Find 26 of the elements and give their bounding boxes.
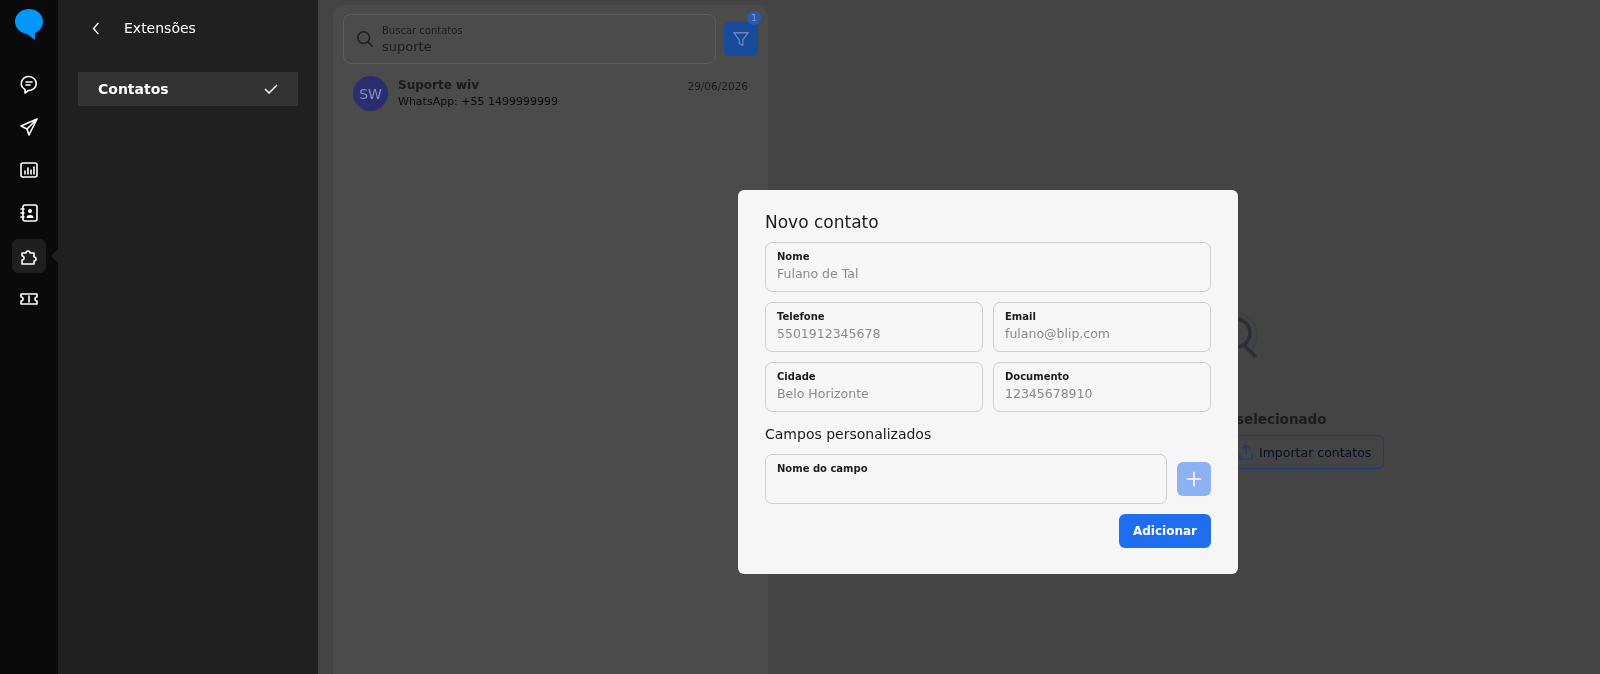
filter-icon bbox=[732, 30, 750, 48]
search-icon bbox=[356, 30, 374, 48]
sidebar-item[interactable]: Contatos bbox=[78, 72, 298, 106]
input-field[interactable]: Telefone 5501912345678 bbox=[765, 302, 983, 352]
filter-count-badge: 1 bbox=[747, 11, 761, 25]
avatar: SW bbox=[353, 76, 388, 111]
sidebar-title: Extensões bbox=[124, 20, 196, 36]
dialog-title: Novo contato bbox=[765, 212, 880, 232]
field-name-input[interactable]: Nome do campo bbox=[765, 454, 1167, 504]
magnifier-icon bbox=[1236, 311, 1260, 359]
checkmark-icon bbox=[264, 84, 278, 94]
bar-chart-icon bbox=[19, 160, 39, 180]
contact-detail: WhatsApp: +55 1499999999 bbox=[398, 95, 560, 108]
input-field[interactable]: Nome Fulano de Tal bbox=[765, 242, 1211, 292]
logo-icon bbox=[14, 8, 44, 42]
add-button[interactable]: Adicionar bbox=[1118, 514, 1211, 548]
paper-plane-icon bbox=[19, 117, 39, 137]
upload-icon bbox=[1239, 443, 1253, 461]
input-field[interactable]: Email fulano@blip.com bbox=[993, 302, 1211, 352]
contact-book-icon bbox=[19, 203, 39, 223]
chat-bubble-icon bbox=[19, 74, 39, 94]
section-title: Campos personalizados bbox=[765, 426, 933, 442]
input-field[interactable]: Cidade Belo Horizonte bbox=[765, 362, 983, 412]
back-icon[interactable] bbox=[92, 21, 100, 35]
plus-icon bbox=[1185, 470, 1203, 488]
input-field[interactable]: Documento 12345678910 bbox=[993, 362, 1211, 412]
